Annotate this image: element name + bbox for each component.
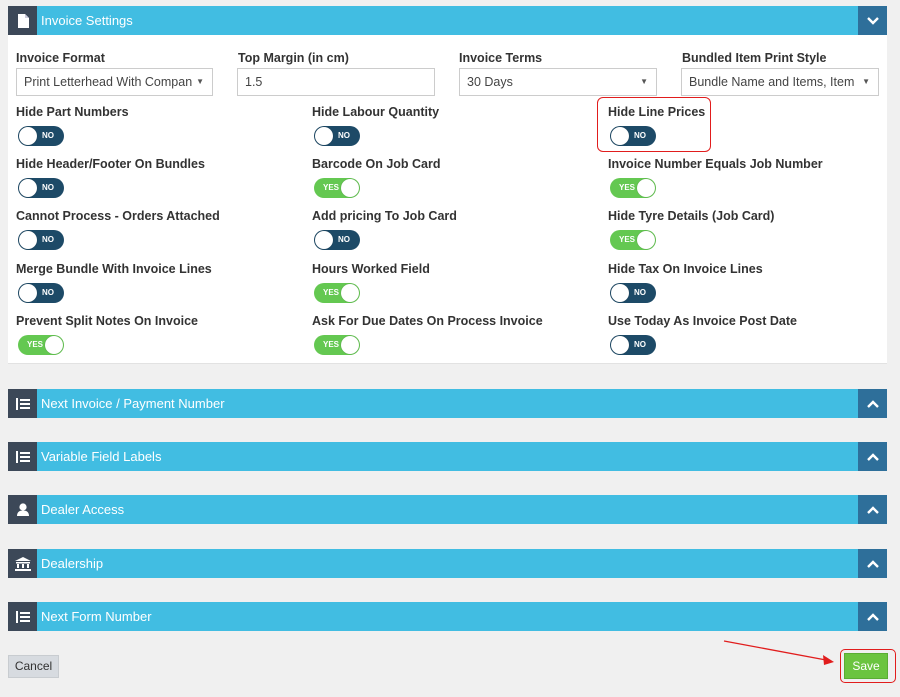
toggle-knob — [19, 127, 37, 145]
bundled-print-style-select[interactable]: Bundle Name and Items, Item ▼ — [681, 68, 879, 96]
invoice-settings-body: Invoice Format Print Letterhead With Com… — [8, 35, 887, 364]
hide-part-numbers-label: Hide Part Numbers — [16, 105, 129, 119]
hide-header-footer-on-bundles-toggle[interactable]: NO — [18, 178, 64, 198]
section-title: Next Form Number — [41, 609, 152, 624]
bank-icon — [8, 549, 37, 578]
invoice-terms-select[interactable]: 30 Days ▼ — [459, 68, 657, 96]
hide-part-numbers-toggle[interactable]: NO — [18, 126, 64, 146]
hours-worked-field-toggle[interactable]: YES — [314, 283, 360, 303]
chevron-up-icon[interactable] — [858, 442, 887, 471]
toggle-state: NO — [42, 235, 54, 244]
bundled-print-style-value: Bundle Name and Items, Item — [689, 75, 855, 89]
prevent-split-notes-on-invoice-toggle[interactable]: YES — [18, 335, 64, 355]
section-header-dealer-access[interactable]: Dealer Access — [8, 495, 887, 524]
invoice-format-label: Invoice Format — [16, 51, 105, 65]
document-icon — [8, 6, 37, 35]
toggle-state: YES — [323, 183, 340, 192]
cannot-process-orders-attached-toggle[interactable]: NO — [18, 230, 64, 250]
toggle-state: NO — [338, 131, 350, 140]
list-icon — [8, 602, 37, 631]
barcode-on-job-card-label: Barcode On Job Card — [312, 157, 441, 171]
hide-tyre-details-job-card-toggle[interactable]: YES — [610, 230, 656, 250]
toggle-knob — [341, 284, 359, 302]
chevron-up-icon[interactable] — [858, 549, 887, 578]
top-margin-label: Top Margin (in cm) — [238, 51, 349, 65]
toggle-knob — [19, 179, 37, 197]
toggle-knob — [19, 284, 37, 302]
use-today-as-invoice-post-date-label: Use Today As Invoice Post Date — [608, 314, 797, 328]
hide-labour-quantity-label: Hide Labour Quantity — [312, 105, 440, 119]
toggle-state: YES — [619, 183, 636, 192]
hide-tyre-details-job-card-label: Hide Tyre Details (Job Card) — [608, 209, 775, 223]
toggle-state: NO — [634, 340, 646, 349]
hours-worked-field-label: Hours Worked Field — [312, 262, 430, 276]
toggle-knob — [315, 231, 333, 249]
toggle-state: NO — [338, 235, 350, 244]
save-button[interactable]: Save — [844, 653, 888, 679]
toggle-knob — [315, 127, 333, 145]
toggle-state: YES — [323, 340, 340, 349]
section-header-next-invoice-payment-number[interactable]: Next Invoice / Payment Number — [8, 389, 887, 418]
add-pricing-to-job-card-label: Add pricing To Job Card — [312, 209, 457, 223]
toggle-state: YES — [619, 235, 636, 244]
barcode-on-job-card-toggle[interactable]: YES — [314, 178, 360, 198]
hide-header-footer-on-bundles-label: Hide Header/Footer On Bundles — [16, 157, 205, 171]
section-header-dealership[interactable]: Dealership — [8, 549, 887, 578]
toggle-state: NO — [42, 288, 54, 297]
ask-for-due-dates-on-process-invoice-label: Ask For Due Dates On Process Invoice — [312, 314, 543, 328]
toggle-knob — [637, 179, 655, 197]
invoice-settings-header[interactable]: Invoice Settings — [8, 6, 887, 35]
invoice-format-value: Print Letterhead With Compan — [24, 75, 193, 89]
ask-for-due-dates-on-process-invoice-toggle[interactable]: YES — [314, 335, 360, 355]
chevron-down-icon[interactable] — [858, 6, 887, 35]
caret-down-icon: ▼ — [640, 77, 648, 86]
hide-tax-on-invoice-lines-label: Hide Tax On Invoice Lines — [608, 262, 763, 276]
hide-labour-quantity-toggle[interactable]: NO — [314, 126, 360, 146]
toggle-state: NO — [42, 131, 54, 140]
use-today-as-invoice-post-date-toggle[interactable]: NO — [610, 335, 656, 355]
invoice-number-equals-job-number-label: Invoice Number Equals Job Number — [608, 157, 823, 171]
invoice-number-equals-job-number-toggle[interactable]: YES — [610, 178, 656, 198]
toggle-state: YES — [323, 288, 340, 297]
chevron-up-icon[interactable] — [858, 495, 887, 524]
merge-bundle-with-invoice-lines-toggle[interactable]: NO — [18, 283, 64, 303]
section-title: Variable Field Labels — [41, 449, 162, 464]
caret-down-icon: ▼ — [196, 77, 204, 86]
caret-down-icon: ▼ — [862, 77, 870, 86]
add-pricing-to-job-card-toggle[interactable]: NO — [314, 230, 360, 250]
toggle-state: YES — [27, 340, 44, 349]
chevron-up-icon[interactable] — [858, 389, 887, 418]
invoice-terms-label: Invoice Terms — [459, 51, 543, 65]
toggle-knob — [611, 284, 629, 302]
toggle-state: NO — [42, 183, 54, 192]
toggle-knob — [341, 336, 359, 354]
invoice-terms-value: 30 Days — [467, 75, 513, 89]
cancel-button[interactable]: Cancel — [8, 655, 59, 678]
toggle-state: NO — [634, 288, 646, 297]
section-title: Dealer Access — [41, 502, 125, 517]
toggle-knob — [19, 231, 37, 249]
section-header-next-form-number[interactable]: Next Form Number — [8, 602, 887, 631]
merge-bundle-with-invoice-lines-label: Merge Bundle With Invoice Lines — [16, 262, 212, 276]
list-icon — [8, 442, 37, 471]
toggle-knob — [341, 179, 359, 197]
list-icon — [8, 389, 37, 418]
cannot-process-orders-attached-label: Cannot Process - Orders Attached — [16, 209, 220, 223]
section-header-variable-field-labels[interactable]: Variable Field Labels — [8, 442, 887, 471]
top-margin-input[interactable]: 1.5 — [237, 68, 435, 96]
highlight-annotation — [597, 97, 711, 152]
section-title: Dealership — [41, 556, 104, 571]
top-margin-value: 1.5 — [245, 75, 263, 89]
invoice-format-select[interactable]: Print Letterhead With Compan ▼ — [16, 68, 213, 96]
toggle-knob — [637, 231, 655, 249]
prevent-split-notes-on-invoice-label: Prevent Split Notes On Invoice — [16, 314, 198, 328]
user-icon — [8, 495, 37, 524]
toggle-knob — [45, 336, 63, 354]
bundled-print-style-label: Bundled Item Print Style — [682, 51, 827, 65]
chevron-up-icon[interactable] — [858, 602, 887, 631]
section-title: Invoice Settings — [41, 13, 133, 28]
toggle-knob — [611, 336, 629, 354]
section-title: Next Invoice / Payment Number — [41, 396, 225, 411]
hide-tax-on-invoice-lines-toggle[interactable]: NO — [610, 283, 656, 303]
